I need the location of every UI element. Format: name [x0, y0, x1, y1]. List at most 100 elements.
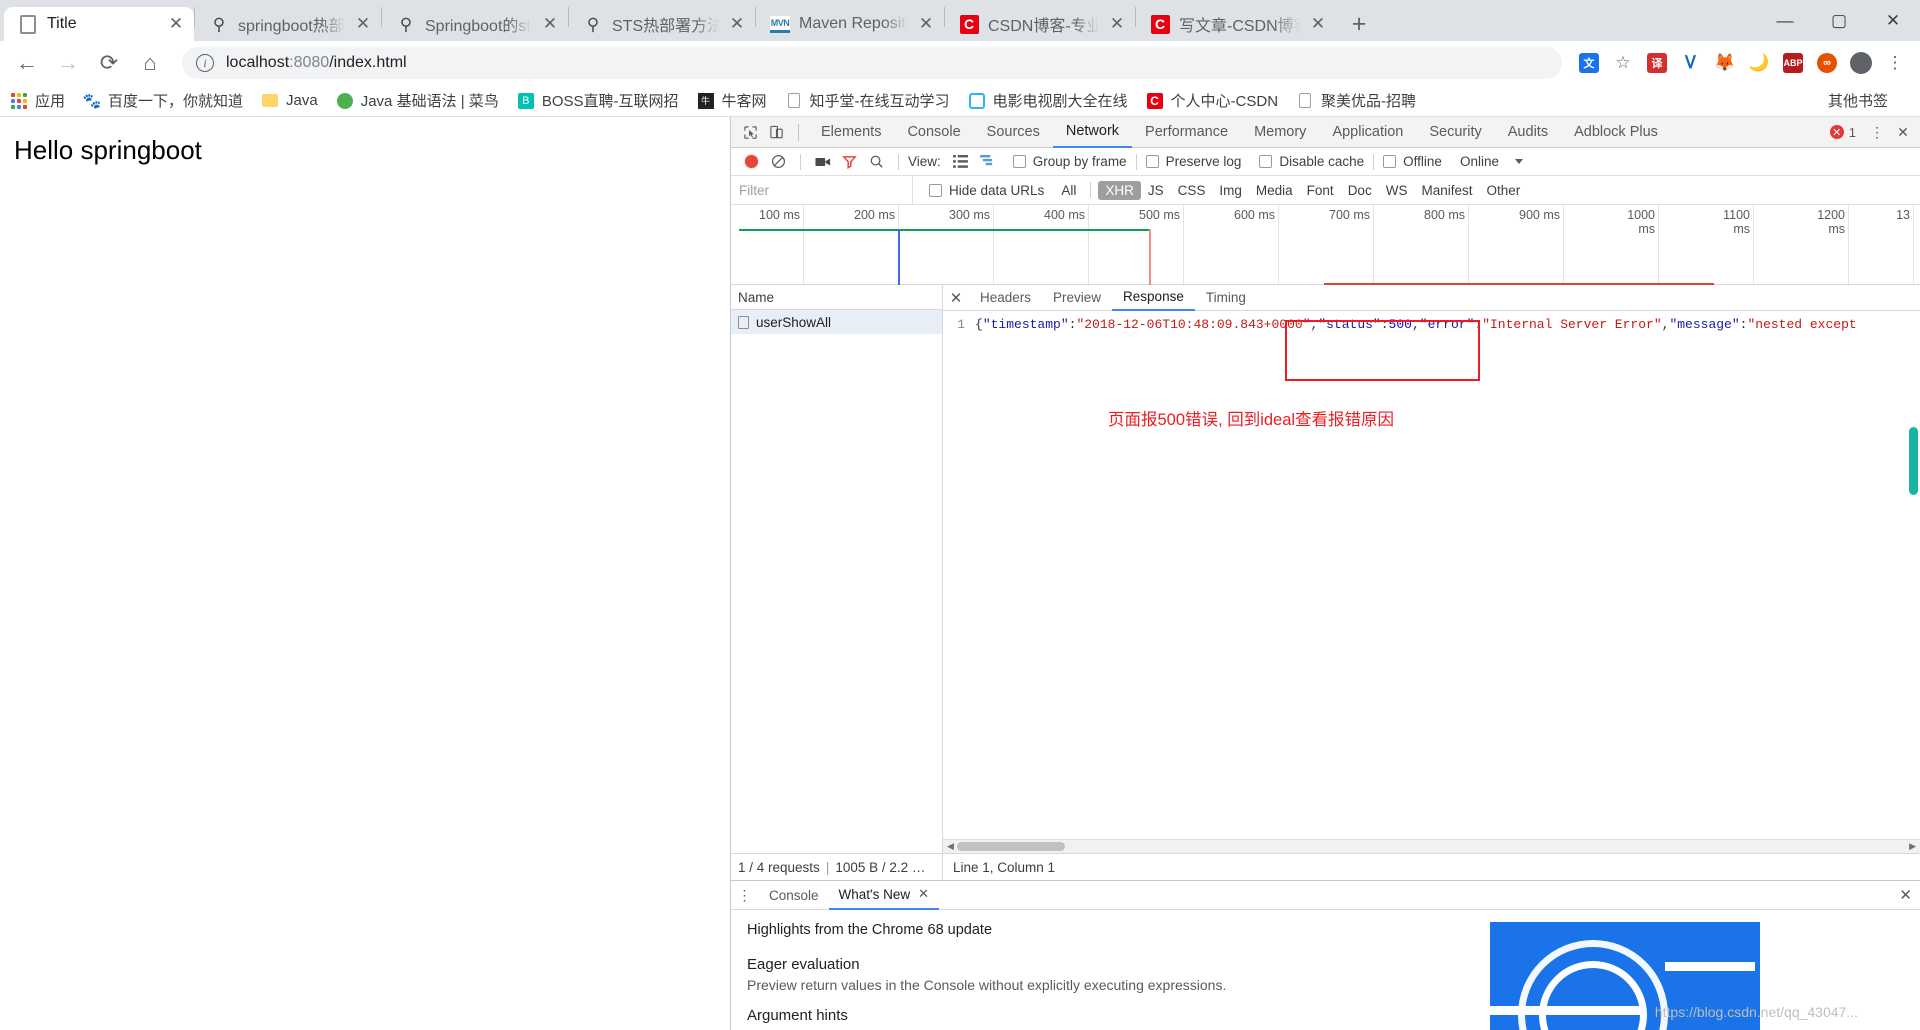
new-tab-button[interactable]: + [1342, 7, 1376, 41]
star-icon[interactable]: ☆ [1608, 48, 1638, 78]
youdao-icon[interactable]: 译 [1642, 48, 1672, 78]
detail-close-button[interactable]: ✕ [943, 285, 969, 311]
tab-close-button[interactable]: ✕ [164, 12, 188, 36]
browser-tab[interactable]: ⚲ STS热部署方法（sprin ✕ [569, 7, 755, 41]
tab-network[interactable]: Network [1052, 117, 1133, 148]
profile-avatar[interactable] [1846, 48, 1876, 78]
tab-close-button[interactable]: ✕ [725, 12, 749, 36]
filter-icon[interactable] [837, 149, 862, 174]
filter-type-doc[interactable]: Doc [1341, 181, 1379, 200]
drawer-close-button[interactable]: ✕ [1899, 886, 1912, 904]
bookmark-item-apps[interactable]: 应用 [10, 90, 65, 111]
record-button[interactable] [739, 149, 764, 174]
close-window-button[interactable]: ✕ [1866, 0, 1920, 41]
disable-cache-checkbox[interactable]: Disable cache [1259, 154, 1364, 169]
firefox-extension-icon[interactable]: 🦊 [1710, 48, 1740, 78]
chevron-down-icon[interactable] [1514, 159, 1523, 164]
drawer-tab-close-icon[interactable]: ✕ [918, 886, 929, 902]
tab-memory[interactable]: Memory [1241, 117, 1319, 148]
tab-response[interactable]: Response [1112, 285, 1195, 311]
browser-tab[interactable]: C CSDN博客-专业IT技术 ✕ [945, 7, 1135, 41]
translate-icon[interactable]: 文 [1574, 48, 1604, 78]
scrollbar-thumb[interactable] [957, 842, 1065, 851]
browser-tab[interactable]: Title ✕ [4, 7, 194, 41]
bookmark-item-boss[interactable]: B BOSS直聘-互联网招 [517, 90, 679, 111]
bookmark-item-java-folder[interactable]: Java [261, 92, 318, 110]
response-body[interactable]: 1 {"timestamp":"2018-12-06T10:48:09.843+… [943, 311, 1920, 839]
list-view-icon[interactable] [948, 149, 973, 174]
home-button[interactable]: ⌂ [133, 46, 167, 80]
device-toggle-icon[interactable] [763, 119, 789, 145]
browser-tab[interactable]: ⚲ Springboot的static和 ✕ [382, 7, 568, 41]
tab-headers[interactable]: Headers [969, 285, 1042, 311]
bookmark-item-jumei[interactable]: 聚美优品-招聘 [1296, 90, 1416, 111]
drawer-tab-whats-new[interactable]: What's New ✕ [828, 881, 940, 910]
clear-button[interactable] [766, 149, 791, 174]
other-bookmarks-button[interactable]: 其他书签 [1828, 90, 1888, 111]
waterfall-view-icon[interactable] [975, 149, 1000, 174]
bookmark-item-nowcoder[interactable]: 牛 牛客网 [697, 90, 767, 111]
minimize-button[interactable]: — [1758, 0, 1812, 41]
chrome-menu-button[interactable]: ⋮ [1880, 48, 1910, 78]
hide-data-urls-checkbox[interactable]: Hide data URLs [929, 183, 1044, 198]
bookmark-item-runoob[interactable]: Java 基础语法 | 菜鸟 [336, 90, 499, 111]
devtools-more-button[interactable]: ⋮ [1864, 119, 1890, 145]
network-overview-timeline[interactable]: 100 ms 200 ms 300 ms 400 ms 500 ms 600 m… [731, 205, 1920, 285]
tab-preview[interactable]: Preview [1042, 285, 1112, 311]
filter-type-manifest[interactable]: Manifest [1414, 181, 1479, 200]
tab-audits[interactable]: Audits [1495, 117, 1561, 148]
forward-button[interactable]: → [51, 46, 85, 80]
tab-performance[interactable]: Performance [1132, 117, 1241, 148]
filter-type-img[interactable]: Img [1212, 181, 1249, 200]
reload-button[interactable]: ⟳ [92, 46, 126, 80]
request-row[interactable]: userShowAll [731, 310, 942, 334]
tab-close-button[interactable]: ✕ [1105, 12, 1129, 36]
page-scrollbar-thumb[interactable] [1909, 427, 1918, 495]
horizontal-scrollbar[interactable]: ◀ ▶ [943, 839, 1920, 853]
moon-icon[interactable]: 🌙 [1744, 48, 1774, 78]
drawer-tab-console[interactable]: Console [759, 881, 829, 910]
bookmark-item-baidu[interactable]: 🐾 百度一下，你就知道 [83, 90, 243, 111]
error-badge[interactable]: ✕ 1 [1829, 125, 1856, 140]
tab-console[interactable]: Console [894, 117, 973, 148]
maximize-button[interactable]: ▢ [1812, 0, 1866, 41]
adblock-icon[interactable]: ∞ [1812, 48, 1842, 78]
scroll-left-arrow[interactable]: ◀ [947, 841, 954, 852]
browser-tab[interactable]: ⚲ springboot热部署（二 ✕ [195, 7, 381, 41]
devtools-close-button[interactable]: ✕ [1890, 119, 1916, 145]
capture-screenshots-icon[interactable] [810, 149, 835, 174]
tab-elements[interactable]: Elements [808, 117, 894, 148]
browser-tab[interactable]: MVN Maven Repository: or ✕ [756, 7, 944, 41]
bookmark-item-zhihu[interactable]: 知乎堂-在线互动学习 [785, 90, 950, 111]
tab-application[interactable]: Application [1319, 117, 1416, 148]
filter-type-js[interactable]: JS [1141, 181, 1171, 200]
tab-timing[interactable]: Timing [1195, 285, 1257, 311]
offline-checkbox[interactable]: Offline [1383, 154, 1442, 169]
tab-close-button[interactable]: ✕ [351, 12, 375, 36]
filter-type-font[interactable]: Font [1300, 181, 1341, 200]
filter-type-all[interactable]: All [1054, 181, 1083, 200]
browser-tab[interactable]: C 写文章-CSDN博客 ✕ [1136, 7, 1336, 41]
drawer-more-button[interactable]: ⋮ [731, 881, 759, 909]
tab-sources[interactable]: Sources [974, 117, 1053, 148]
filter-type-media[interactable]: Media [1249, 181, 1300, 200]
filter-type-xhr[interactable]: XHR [1098, 180, 1141, 200]
inspect-cursor-icon[interactable] [737, 119, 763, 145]
tab-adblock-plus[interactable]: Adblock Plus [1561, 117, 1671, 148]
abp-icon[interactable]: ABP [1778, 48, 1808, 78]
page-info-icon[interactable]: i [196, 54, 214, 72]
tab-close-button[interactable]: ✕ [538, 12, 562, 36]
filter-type-ws[interactable]: WS [1379, 181, 1415, 200]
filter-type-other[interactable]: Other [1479, 181, 1527, 200]
tab-close-button[interactable]: ✕ [914, 12, 938, 36]
bookmark-item-movies[interactable]: 电影电视剧大全在线 [968, 90, 1128, 111]
tab-security[interactable]: Security [1416, 117, 1494, 148]
group-by-frame-checkbox[interactable]: Group by frame [1012, 154, 1127, 169]
scroll-right-arrow[interactable]: ▶ [1909, 841, 1916, 852]
throttling-select[interactable]: Online [1460, 154, 1499, 169]
preserve-log-checkbox[interactable]: Preserve log [1145, 154, 1241, 169]
back-button[interactable]: ← [10, 46, 44, 80]
v-extension-icon[interactable]: Ꮩ [1676, 48, 1706, 78]
filter-type-css[interactable]: CSS [1171, 181, 1213, 200]
filter-input[interactable]: Filter [731, 175, 913, 205]
